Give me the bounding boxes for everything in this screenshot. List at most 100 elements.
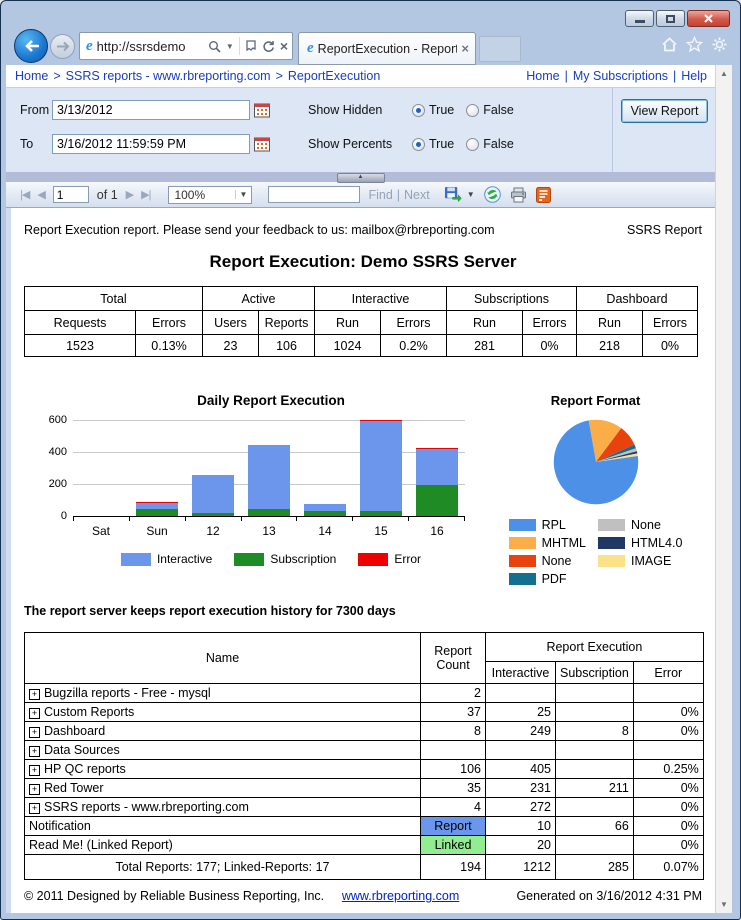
search-dropdown-caret-icon[interactable]: ▼: [226, 42, 234, 51]
subscription-cell: [555, 683, 634, 703]
expand-icon[interactable]: [29, 727, 40, 738]
prev-page-button[interactable]: ◀: [37, 188, 46, 201]
maximize-button[interactable]: [656, 10, 685, 27]
refresh-icon[interactable]: [262, 40, 275, 53]
refresh-report-icon[interactable]: [483, 186, 501, 203]
print-icon[interactable]: [510, 187, 527, 203]
table-row[interactable]: Data Sources: [24, 740, 704, 760]
link-pipe: |: [564, 69, 568, 83]
show-hidden-false-radio[interactable]: [466, 103, 480, 117]
breadcrumb-home-link[interactable]: Home: [15, 69, 48, 83]
help-link[interactable]: Help: [681, 69, 707, 83]
to-date-input[interactable]: [52, 134, 250, 154]
title-bar[interactable]: [1, 1, 740, 29]
legend-label: Subscription: [270, 552, 337, 566]
show-hidden-true-radio[interactable]: [412, 103, 425, 117]
url-text[interactable]: http://ssrsdemo: [97, 39, 208, 54]
first-page-button[interactable]: |◀: [20, 188, 30, 201]
expand-icon[interactable]: [29, 746, 40, 757]
collapse-parameters-handle[interactable]: ▲: [336, 173, 385, 183]
export-save-icon[interactable]: [444, 186, 462, 203]
total-error-cell: 0.07%: [632, 854, 704, 880]
breadcrumb-report-link[interactable]: ReportExecution: [288, 69, 380, 83]
favorites-star-icon[interactable]: [686, 36, 703, 53]
table-row[interactable]: Notification Report 10 66 0%: [24, 816, 704, 836]
address-bar[interactable]: e http://ssrsdemo ▼ ×: [79, 32, 293, 60]
to-calendar-button[interactable]: [254, 136, 271, 152]
legend-label: Error: [394, 552, 422, 566]
report-name-cell[interactable]: Notification: [24, 816, 421, 836]
find-next-link[interactable]: Next: [404, 188, 430, 202]
bar-segment-interactive: [248, 445, 290, 509]
table-row[interactable]: HP QC reports 106405 0.25%: [24, 759, 704, 779]
report-name-cell[interactable]: HP QC reports: [24, 759, 421, 779]
back-button[interactable]: [14, 29, 48, 63]
exec-header-row: Name Report Count Report Execution: [24, 632, 704, 684]
home-link[interactable]: Home: [526, 69, 559, 83]
total-row: Total Reports: 177; Linked-Reports: 17 19…: [24, 854, 704, 880]
search-icon[interactable]: [208, 40, 221, 53]
expand-icon[interactable]: [29, 803, 40, 814]
table-row[interactable]: Custom Reports 3725 0%: [24, 702, 704, 722]
table-row[interactable]: SSRS reports - www.rbreporting.com 4272 0%: [24, 797, 704, 817]
expand-icon[interactable]: [29, 765, 40, 776]
report-name-cell[interactable]: Custom Reports: [24, 702, 421, 722]
report-name-cell[interactable]: Dashboard: [24, 721, 421, 741]
table-row[interactable]: Read Me! (Linked Report) Linked 20 0%: [24, 835, 704, 855]
from-calendar-button[interactable]: [254, 102, 271, 118]
table-row[interactable]: Bugzilla reports - Free - mysql 2: [24, 683, 704, 703]
subscription-cell: 8: [555, 721, 634, 741]
settings-gear-icon[interactable]: [711, 36, 728, 53]
report-execution-table: Name Report Count Report Execution Interact…: [24, 632, 704, 880]
minimize-button[interactable]: [625, 10, 654, 27]
history-note: The report server keeps report execution…: [24, 604, 396, 618]
last-page-button[interactable]: ▶|: [141, 188, 151, 201]
view-report-button[interactable]: View Report: [621, 99, 708, 123]
report-count-cell: Report: [420, 816, 486, 836]
tab-title[interactable]: ReportExecution - Report ...: [318, 42, 458, 56]
vertical-scrollbar[interactable]: ▲ ▼: [715, 65, 732, 913]
zoom-select[interactable]: 100% ▼: [168, 185, 253, 204]
breadcrumb-folder-link[interactable]: SSRS reports - www.rbreporting.com: [66, 69, 271, 83]
maximize-icon: [666, 14, 675, 23]
report-name-cell[interactable]: SSRS reports - www.rbreporting.com: [24, 797, 421, 817]
home-icon[interactable]: [661, 36, 678, 53]
summary-col-header: Requests: [24, 310, 136, 335]
report-name-cell[interactable]: Read Me! (Linked Report): [24, 835, 421, 855]
rbreporting-link[interactable]: www.rbreporting.com: [342, 889, 459, 903]
show-percents-true-radio[interactable]: [412, 137, 425, 151]
table-row[interactable]: Dashboard824980%: [24, 721, 704, 741]
export-data-feed-icon[interactable]: [535, 186, 551, 203]
report-name-cell[interactable]: Data Sources: [24, 740, 421, 760]
scroll-down-icon[interactable]: ▼: [720, 896, 728, 913]
browser-tab[interactable]: e ReportExecution - Report ... ×: [298, 32, 476, 65]
find-link[interactable]: Find: [368, 188, 392, 202]
my-subscriptions-link[interactable]: My Subscriptions: [573, 69, 668, 83]
expand-icon[interactable]: [29, 708, 40, 719]
report-name-cell[interactable]: Bugzilla reports - Free - mysql: [24, 683, 421, 703]
from-date-input[interactable]: [52, 100, 250, 120]
show-percents-false-radio[interactable]: [466, 137, 480, 151]
expand-icon[interactable]: [29, 784, 40, 795]
export-caret-icon[interactable]: ▼: [467, 190, 475, 199]
find-text-input[interactable]: [268, 186, 361, 203]
forward-button[interactable]: [50, 34, 75, 59]
expand-icon[interactable]: [29, 689, 40, 700]
summary-col-header: Reports: [258, 310, 315, 335]
table-row[interactable]: Red Tower 352312110%: [24, 778, 704, 798]
stop-icon[interactable]: ×: [280, 39, 288, 53]
legend-item: Subscription: [234, 552, 336, 566]
compatibility-view-icon[interactable]: [245, 39, 257, 53]
summary-col-header: Run: [576, 310, 643, 335]
zoom-value: 100%: [174, 187, 206, 202]
close-button[interactable]: [687, 10, 730, 27]
tab-close-icon[interactable]: ×: [461, 41, 469, 56]
page-number-input[interactable]: [52, 186, 89, 203]
axis-tick: [353, 517, 410, 521]
legend-swatch: [358, 552, 389, 566]
scroll-up-icon[interactable]: ▲: [720, 65, 728, 82]
next-page-button[interactable]: ▶: [126, 188, 135, 201]
new-tab-stub[interactable]: [479, 36, 521, 62]
report-name-cell[interactable]: Red Tower: [24, 778, 421, 798]
interactive-cell: 249: [485, 721, 556, 741]
